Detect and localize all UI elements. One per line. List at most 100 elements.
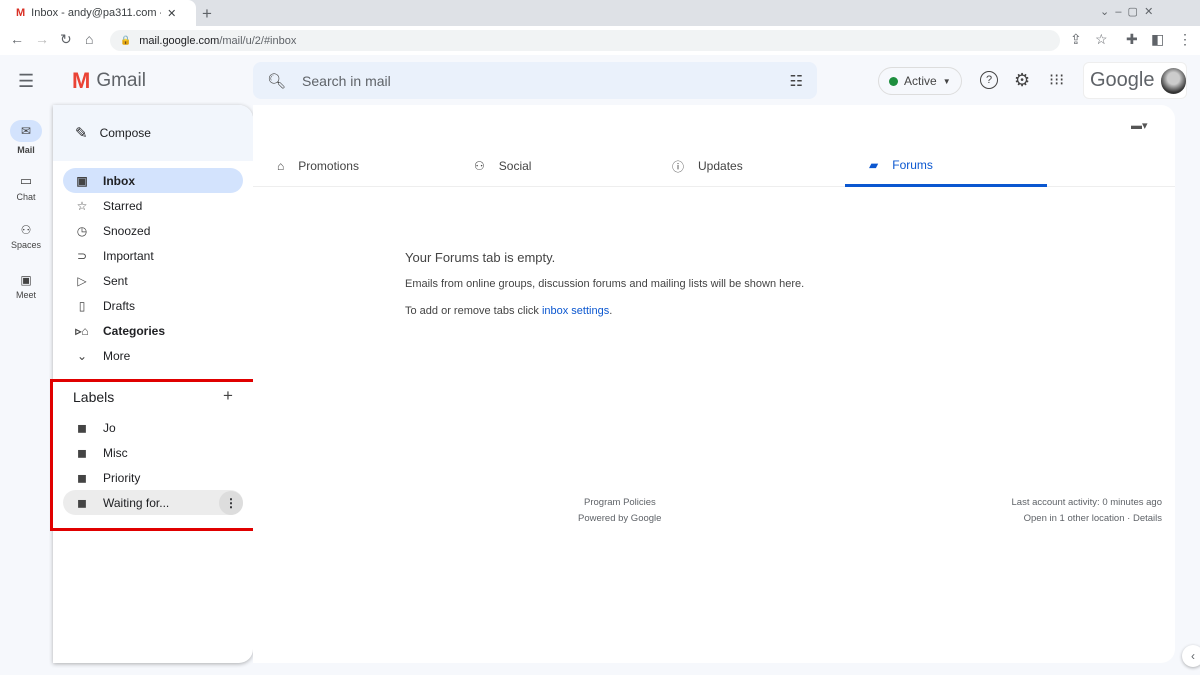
other-location-text: Open in 1 other location · Details [1024, 513, 1162, 524]
window-controls[interactable]: ⌄ – ▢ ✕ [1100, 5, 1153, 18]
search-bar[interactable]: 🔍︎ Search in mail ☷ [253, 62, 817, 99]
chevron-down-icon: ⌄ [76, 348, 88, 363]
settings-hint: To add or remove tabs click inbox settin… [405, 305, 612, 317]
tab-updates[interactable]: ⓘ Updates [648, 145, 743, 187]
inbox-icon: ▣ [76, 173, 88, 188]
lock-icon: 🔒 [120, 35, 132, 45]
reload-icon[interactable]: ↻ [60, 31, 72, 48]
powered-by-text: Powered by Google [578, 513, 662, 524]
sidebar-item-snoozed[interactable]: ◷ Snoozed [63, 218, 243, 243]
main-content: ▬▾ [253, 105, 1175, 663]
expand-side-panel-icon[interactable]: ‹ [1182, 645, 1200, 667]
browser-menu-icon[interactable]: ⋮ [1178, 31, 1192, 48]
forward-icon[interactable]: → [35, 31, 49, 47]
empty-description: Emails from online groups, discussion fo… [405, 278, 805, 290]
url-bar[interactable]: 🔒 mail.google.com/mail/u/2/#inbox [110, 30, 1060, 51]
inbox-settings-link[interactable]: inbox settings [542, 305, 609, 317]
help-icon[interactable]: ? [980, 71, 998, 89]
new-tab-icon[interactable]: + [202, 4, 212, 24]
apps-grid-icon[interactable]: ⁝⁝⁝ [1049, 70, 1064, 90]
rail-label: Spaces [10, 240, 42, 250]
sidepanel-icon[interactable]: ◧ [1151, 31, 1164, 48]
nav-label: Important [103, 248, 154, 263]
rail-item-mail[interactable]: ✉ Mail [0, 120, 52, 155]
nav-label: Inbox [103, 173, 135, 188]
gmail-m-icon: M [72, 68, 91, 93]
tab-label: Updates [698, 159, 743, 173]
input-tools-icon[interactable]: ▬▾ [1131, 119, 1148, 132]
main-menu-icon[interactable]: ☰ [18, 71, 34, 92]
tab-forums[interactable]: ▰ Forums [845, 145, 1047, 187]
spaces-icon: ⚇ [20, 223, 32, 237]
sidebar-item-sent[interactable]: ▷ Sent [63, 268, 243, 293]
tab-promotions[interactable]: ⌂ Promotions [253, 145, 359, 187]
sidebar-item-drafts[interactable]: ▯ Drafts [63, 293, 243, 318]
gmail-favicon: M [16, 7, 26, 19]
sidebar-item-important[interactable]: ⊃ Important [63, 243, 243, 268]
url-path: /mail/u/2/#inbox [219, 34, 297, 47]
important-icon: ⊃ [76, 248, 88, 263]
rail-item-spaces[interactable]: ⚇ Spaces [0, 223, 52, 250]
browser-tab[interactable]: M Inbox - andy@pa311.com - PA311 ✕ [0, 0, 196, 26]
back-icon[interactable]: ← [10, 31, 24, 47]
compose-button[interactable]: ✎ Compose [53, 105, 253, 161]
close-tab-icon[interactable]: ✕ [167, 7, 176, 20]
nav-label: Drafts [103, 298, 136, 313]
url-host: mail.google.com [139, 34, 220, 47]
compose-label: Compose [99, 126, 151, 140]
sidebar-item-more[interactable]: ⌄ More [63, 343, 243, 368]
send-icon: ▷ [77, 273, 87, 288]
location-text: Open in 1 other location · [1023, 513, 1133, 524]
pencil-icon: ✎ [75, 125, 88, 142]
search-options-icon[interactable]: ☷ [790, 72, 803, 90]
home-icon[interactable]: ⌂ [85, 31, 93, 47]
status-label: Active [904, 74, 937, 88]
tab-title: Inbox - andy@pa311.com - PA311 [31, 7, 161, 19]
bookmark-star-icon[interactable]: ☆ [1095, 31, 1108, 48]
caret-down-icon: ▼ [942, 76, 951, 86]
last-activity-text: Last account activity: 0 minutes ago [1011, 497, 1163, 508]
rail-label: Chat [16, 192, 36, 202]
meet-icon: ▣ [20, 273, 32, 287]
nav-label: Starred [103, 198, 143, 213]
extensions-icon[interactable]: ✚ [1126, 31, 1138, 48]
status-button[interactable]: Active ▼ [878, 67, 962, 95]
tab-social[interactable]: ⚇ Social [450, 145, 531, 187]
info-icon: ⓘ [672, 159, 685, 174]
people-icon: ⚇ [474, 159, 485, 173]
avatar[interactable] [1160, 67, 1186, 94]
annotation-highlight-box [50, 379, 259, 531]
search-icon[interactable]: 🔍︎ [267, 72, 286, 90]
nav-label: Snoozed [103, 223, 151, 238]
sidebar-item-inbox[interactable]: ▣ Inbox [63, 168, 243, 193]
empty-title: Your Forums tab is empty. [405, 250, 556, 265]
hint-text: To add or remove tabs click [405, 305, 542, 317]
search-input[interactable]: Search in mail [302, 73, 790, 89]
label-icon: ▹⌂ [75, 323, 89, 338]
tab-label: Forums [892, 157, 933, 172]
nav-label: Sent [103, 273, 128, 288]
star-icon: ☆ [76, 198, 88, 213]
forum-icon: ▰ [869, 157, 879, 172]
browser-tab-strip: M Inbox - andy@pa311.com - PA311 ✕ + ⌄ –… [0, 0, 1200, 26]
settings-gear-icon[interactable]: ⚙ [1014, 70, 1030, 91]
account-switcher[interactable]: Google [1083, 62, 1187, 99]
rail-item-chat[interactable]: ▭ Chat [0, 173, 52, 202]
draft-icon: ▯ [78, 298, 86, 313]
sidebar-item-starred[interactable]: ☆ Starred [63, 193, 243, 218]
address-toolbar: ← → ↻ ⌂ 🔒 mail.google.com/mail/u/2/#inbo… [0, 26, 1200, 55]
sidebar-item-categories[interactable]: ▹⌂ Categories [63, 318, 243, 343]
clock-icon: ◷ [76, 223, 88, 238]
nav-label: More [103, 348, 131, 363]
gmail-logo: M Gmail [72, 68, 146, 94]
details-link[interactable]: Details [1133, 513, 1162, 524]
hint-suffix: . [609, 305, 613, 317]
tab-label: Promotions [298, 159, 359, 173]
share-icon[interactable]: ⇪ [1070, 31, 1082, 48]
rail-item-meet[interactable]: ▣ Meet [0, 273, 52, 300]
chat-icon: ▭ [19, 173, 33, 188]
mail-icon: ✉ [10, 120, 42, 142]
program-policies-link[interactable]: Program Policies [584, 497, 656, 508]
status-dot [889, 76, 898, 86]
rail-label: Meet [15, 290, 36, 300]
